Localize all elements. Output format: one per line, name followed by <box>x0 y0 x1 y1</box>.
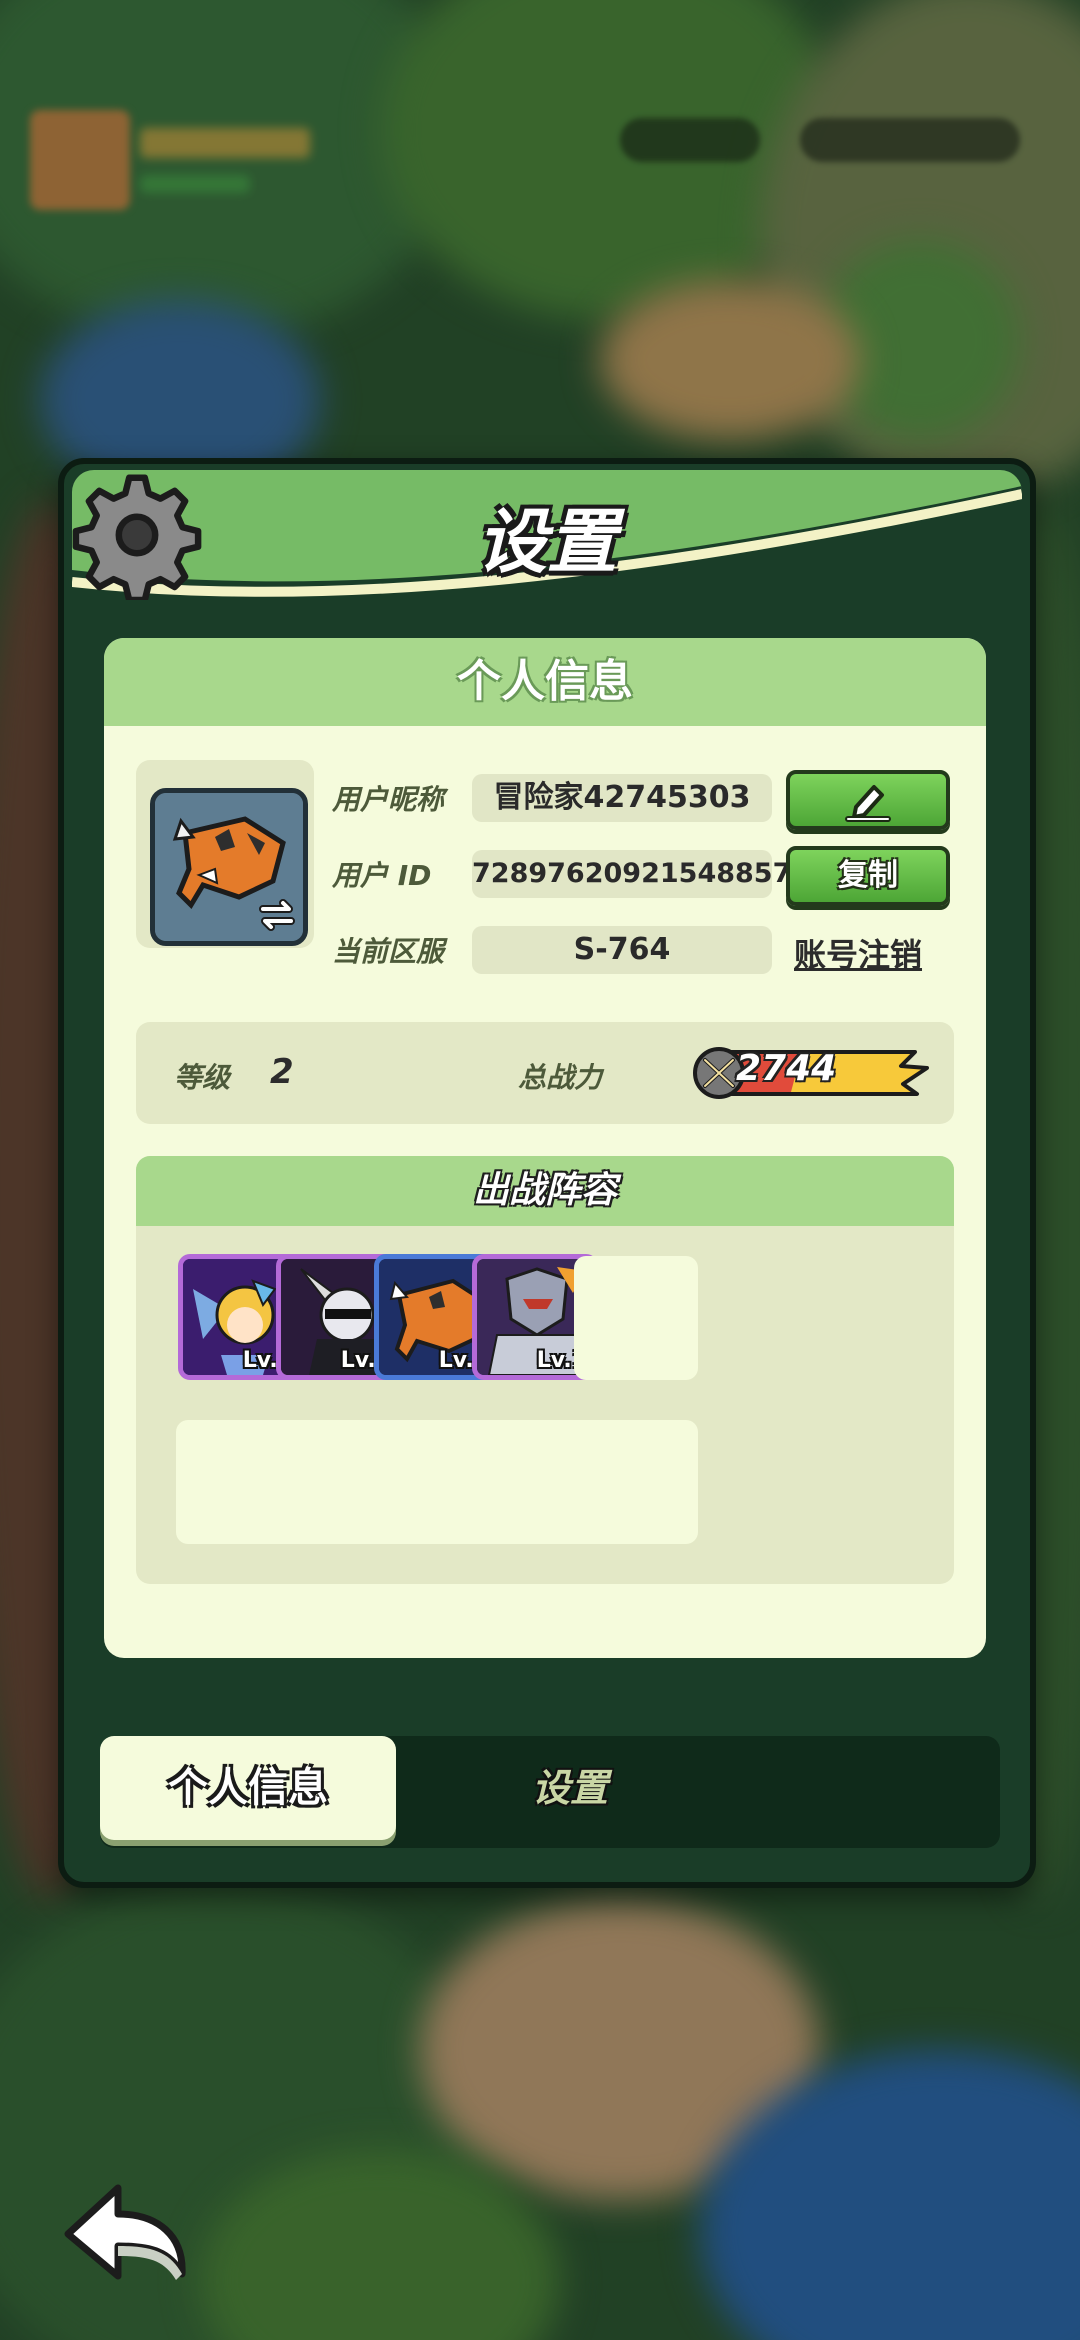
empty-hero-slot[interactable] <box>574 1256 698 1380</box>
nickname-field: 冒险家42745303 <box>472 774 772 822</box>
modal-title: 设置 <box>477 501 617 583</box>
lineup-title: 出战阵容 <box>136 1156 954 1226</box>
tab-bar: 个人信息 设置 <box>100 1736 1000 1848</box>
empty-hero-slot[interactable] <box>574 1420 698 1544</box>
account-deletion-link[interactable]: 账号注销 <box>794 930 922 976</box>
pencil-icon <box>845 785 891 822</box>
user-id-field: 72897620921548857 <box>472 850 791 898</box>
server-label: 当前区服 <box>332 935 445 968</box>
level-power-row: 等级 2 总战力 2744 <box>136 1022 954 1124</box>
level-label: 等级 <box>174 1061 231 1094</box>
user-id-label: 用户 ID <box>332 859 432 892</box>
modal-header: 设置 <box>72 470 1022 606</box>
lineup-panel: 出战阵容 Lv.5 Lv.1 Lv.1 Lv.1 <box>136 1156 954 1584</box>
power-value: 2744 <box>736 1048 837 1089</box>
back-arrow-icon[interactable] <box>58 2176 194 2286</box>
edit-nickname-button[interactable] <box>786 770 950 830</box>
level-value: 2 <box>270 1052 294 1092</box>
nickname-label: 用户昵称 <box>332 783 445 816</box>
profile-section-title: 个人信息 <box>104 638 986 726</box>
tab-settings[interactable]: 设置 <box>420 1736 720 1840</box>
copy-id-button[interactable]: 复制 <box>786 846 950 906</box>
tab-personal-info[interactable]: 个人信息 <box>100 1736 396 1840</box>
settings-modal: 设置 个人信息 用户昵称 冒险家42745303 用户 ID 728976209… <box>58 458 1036 1888</box>
swap-arrows-icon[interactable] <box>255 893 299 937</box>
avatar[interactable] <box>150 788 308 946</box>
profile-card: 个人信息 用户昵称 冒险家42745303 用户 ID 728976209215… <box>104 638 986 1658</box>
server-field: S-764 <box>472 926 772 974</box>
power-label: 总战力 <box>518 1061 603 1094</box>
avatar-box <box>136 760 314 948</box>
